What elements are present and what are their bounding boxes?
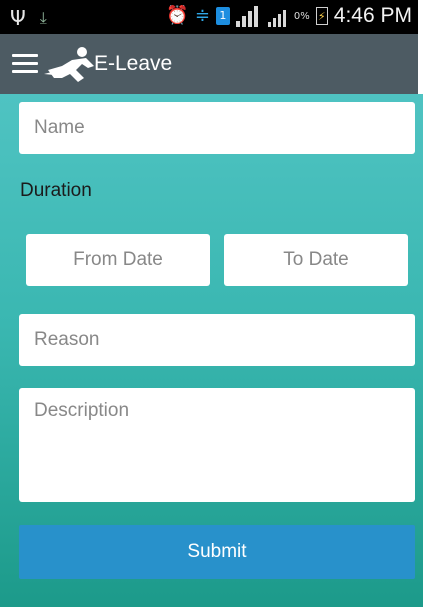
- signal-icon: [267, 5, 288, 27]
- app-title: E-Leave: [94, 52, 173, 75]
- duration-label: Duration: [20, 180, 92, 201]
- menu-icon[interactable]: [12, 54, 38, 74]
- wifi-icon: ≑: [194, 5, 210, 26]
- usb-icon: Ψ: [10, 6, 26, 30]
- status-bar: Ψ ⤓ ⏰ ≑ 1 0% ⚡ 4:46 PM: [0, 0, 418, 34]
- submit-label: Submit: [187, 541, 247, 562]
- submit-button[interactable]: Submit: [19, 525, 415, 579]
- reason-input[interactable]: Reason: [19, 314, 415, 366]
- description-input[interactable]: Description: [19, 388, 415, 502]
- name-placeholder: Name: [34, 117, 85, 138]
- to-date-placeholder: To Date: [283, 249, 349, 270]
- app-bar: E-Leave: [0, 34, 418, 94]
- reason-placeholder: Reason: [34, 329, 100, 350]
- sim-1-icon: 1: [215, 7, 230, 25]
- running-person-logo-icon: [44, 47, 94, 82]
- status-time: 4:46 PM: [333, 4, 412, 27]
- from-date-placeholder: From Date: [73, 249, 163, 270]
- leave-form: Name Duration From Date To Date Reason D…: [0, 94, 423, 607]
- name-input[interactable]: Name: [19, 102, 415, 154]
- from-date-input[interactable]: From Date: [26, 234, 210, 286]
- battery-percent: 0%: [293, 10, 310, 22]
- signal-icon: [235, 5, 262, 27]
- battery-icon: ⚡: [315, 7, 328, 25]
- alarm-icon: ⏰: [166, 5, 189, 26]
- download-icon: ⤓: [39, 8, 47, 27]
- to-date-input[interactable]: To Date: [224, 234, 408, 286]
- description-placeholder: Description: [34, 400, 130, 421]
